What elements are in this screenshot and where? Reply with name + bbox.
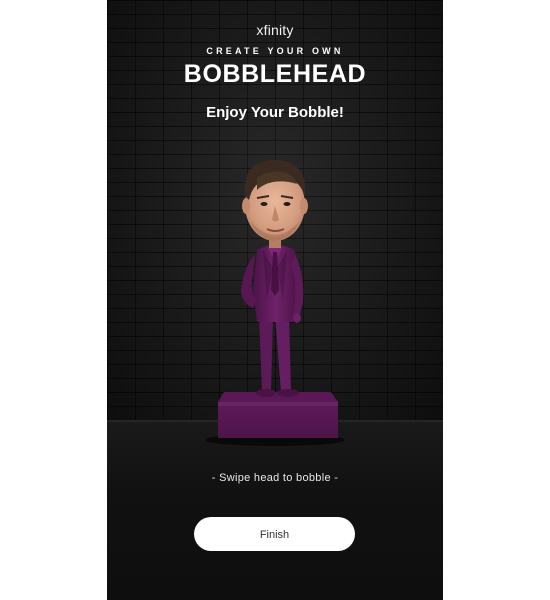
right-ear xyxy=(300,198,308,214)
right-hand xyxy=(293,313,301,323)
bobblehead-figure[interactable] xyxy=(107,0,443,600)
finish-button[interactable]: Finish xyxy=(194,517,355,551)
left-ear xyxy=(242,198,250,214)
right-leg xyxy=(275,316,291,392)
pedestal-shine xyxy=(218,402,338,406)
left-eye xyxy=(260,202,268,206)
swipe-hint: - Swipe head to bobble - xyxy=(211,472,339,484)
right-shoe xyxy=(277,389,299,397)
left-leg xyxy=(259,316,273,392)
pedestal-front xyxy=(218,402,338,438)
app-screen: xfinity CREATE YOUR OWN BOBBLEHEAD Enjoy… xyxy=(107,0,443,600)
right-eye xyxy=(283,202,291,206)
left-shoe xyxy=(256,389,276,397)
